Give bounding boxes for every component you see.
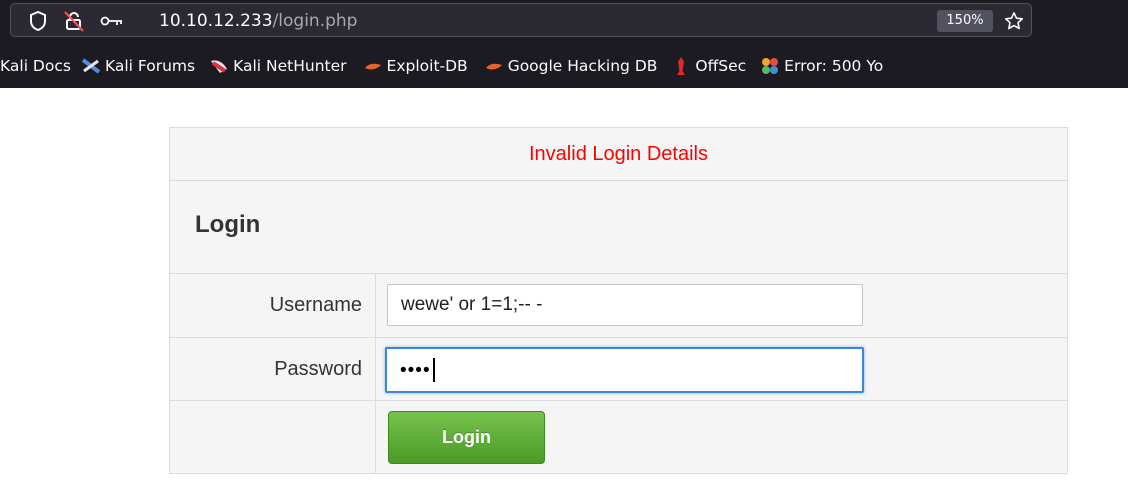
shield-icon[interactable] (25, 4, 51, 38)
exploit-db-icon (363, 56, 383, 76)
key-icon[interactable] (97, 4, 127, 38)
address-bar[interactable]: 10.10.12.233/login.php 150% (10, 3, 1032, 37)
bookmark-label: Exploit-DB (386, 57, 468, 75)
url-host: 10.10.12.233 (159, 11, 273, 31)
bookmarks-toolbar: Kali Docs Kali Forums Kali NetHunter Exp… (0, 46, 1128, 86)
bookmark-label: Kali Forums (104, 57, 196, 75)
bookmark-label: Google Hacking DB (507, 57, 658, 75)
offsec-icon (671, 56, 691, 76)
password-row: Password •••• (170, 338, 1067, 401)
bookmark-error-500[interactable]: Error: 500 Yo (760, 46, 883, 86)
username-value: wewe' or 1=1;-- - (401, 294, 543, 315)
url-path: /login.php (272, 11, 358, 31)
kali-nethunter-icon (209, 56, 229, 76)
password-label-cell: Password (170, 338, 376, 400)
zoom-level-badge[interactable]: 150% (937, 10, 993, 32)
username-input[interactable]: wewe' or 1=1;-- - (387, 284, 863, 326)
ghdb-icon (484, 56, 504, 76)
username-row: Username wewe' or 1=1;-- - (170, 274, 1067, 338)
password-masked-value: •••• (400, 359, 431, 381)
error-message: Invalid Login Details (529, 143, 708, 165)
kali-forums-icon (81, 56, 101, 76)
bookmark-exploit-db[interactable]: Exploit-DB (363, 46, 468, 86)
joomla-icon (760, 56, 780, 76)
bookmark-kali-docs[interactable]: Kali Docs (0, 46, 71, 86)
bookmark-kali-nethunter[interactable]: Kali NetHunter (209, 46, 347, 86)
login-heading: Login (195, 211, 261, 238)
error-row: Invalid Login Details (170, 128, 1067, 181)
text-caret (432, 358, 435, 382)
heading-row: Login (170, 181, 1067, 274)
submit-row: Login (170, 401, 1067, 473)
bookmark-label: Error: 500 Yo (784, 57, 884, 75)
bookmark-offsec[interactable]: OffSec (671, 46, 746, 86)
username-label-cell: Username (170, 274, 376, 337)
permissions-icon[interactable] (61, 4, 87, 38)
login-button[interactable]: Login (388, 411, 545, 464)
browser-chrome: 10.10.12.233/login.php 150% Kali Docs Ka… (0, 0, 1128, 88)
bookmark-star-icon[interactable] (1001, 4, 1027, 38)
password-input[interactable]: •••• (385, 347, 864, 393)
password-label: Password (274, 357, 362, 380)
username-label: Username (269, 294, 362, 316)
empty-label-cell (170, 401, 376, 473)
bookmark-kali-forums[interactable]: Kali Forums (81, 46, 195, 86)
bookmark-label: Kali NetHunter (233, 57, 347, 75)
bookmark-label: Kali Docs (0, 57, 71, 75)
login-table: Invalid Login Details Login Username wew… (169, 127, 1068, 474)
url-text[interactable]: 10.10.12.233/login.php (159, 4, 357, 38)
bookmark-label: OffSec (695, 57, 747, 75)
bookmark-google-hacking-db[interactable]: Google Hacking DB (484, 46, 658, 86)
